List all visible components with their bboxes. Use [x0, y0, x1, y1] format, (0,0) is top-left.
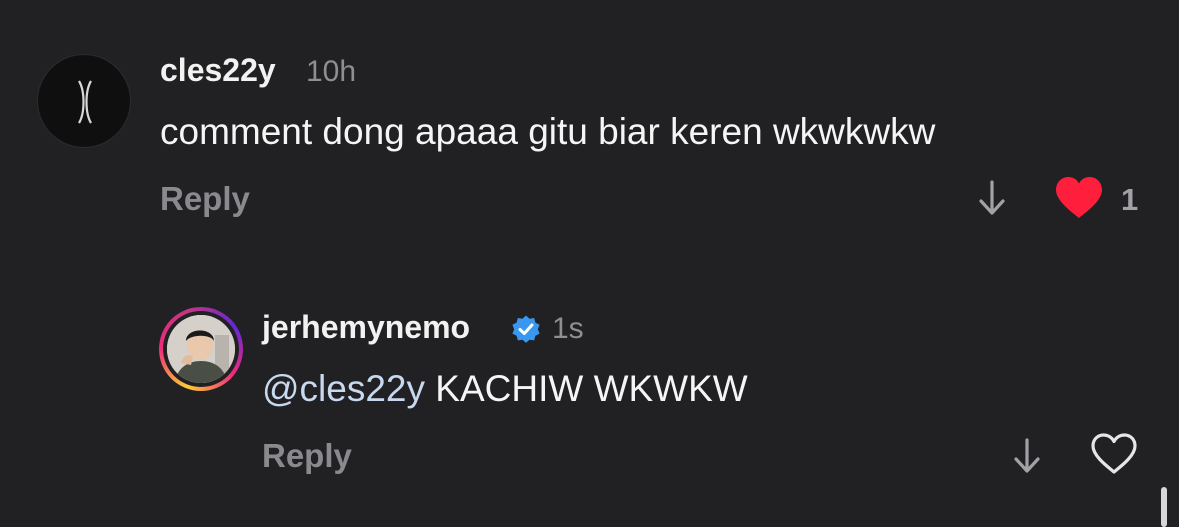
mention-link[interactable]: @cles22y [262, 368, 425, 409]
arrow-down-icon[interactable] [1012, 437, 1042, 475]
comment-cles22y: cles22y 10h comment dong apaaa gitu biar… [0, 0, 1179, 250]
heart-outline-icon[interactable] [1089, 432, 1139, 476]
scrollbar[interactable] [1161, 487, 1167, 527]
comment-time: 1s [552, 312, 584, 345]
person-photo-icon [167, 315, 235, 383]
comment-username[interactable]: cles22y [160, 52, 276, 89]
comment-text-body: KACHIW WKWKW [425, 368, 748, 409]
like-count: 1 [1121, 182, 1139, 217]
comment-jerhemynemo: jerhemynemo 1s @cles22y KACHIW WKWKW Rep… [0, 295, 1179, 495]
comments-page: cles22y 10h comment dong apaaa gitu biar… [0, 0, 1179, 527]
user-avatar[interactable] [159, 307, 243, 391]
arrow-down-icon[interactable] [977, 179, 1007, 217]
heart-filled-icon[interactable] [1054, 176, 1104, 220]
avatar-ring-gap [163, 311, 239, 387]
profile-photo [167, 315, 235, 383]
reply-button[interactable]: Reply [160, 180, 250, 218]
comment-time: 10h [306, 55, 357, 88]
comment-text: comment dong apaaa gitu biar keren wkwkw… [160, 111, 936, 152]
user-avatar[interactable] [37, 54, 131, 148]
verified-badge-icon [512, 315, 540, 343]
comment-username[interactable]: jerhemynemo [262, 309, 470, 346]
x-logo-icon [78, 80, 92, 124]
reply-button[interactable]: Reply [262, 437, 352, 475]
comment-text: @cles22y KACHIW WKWKW [262, 368, 748, 410]
